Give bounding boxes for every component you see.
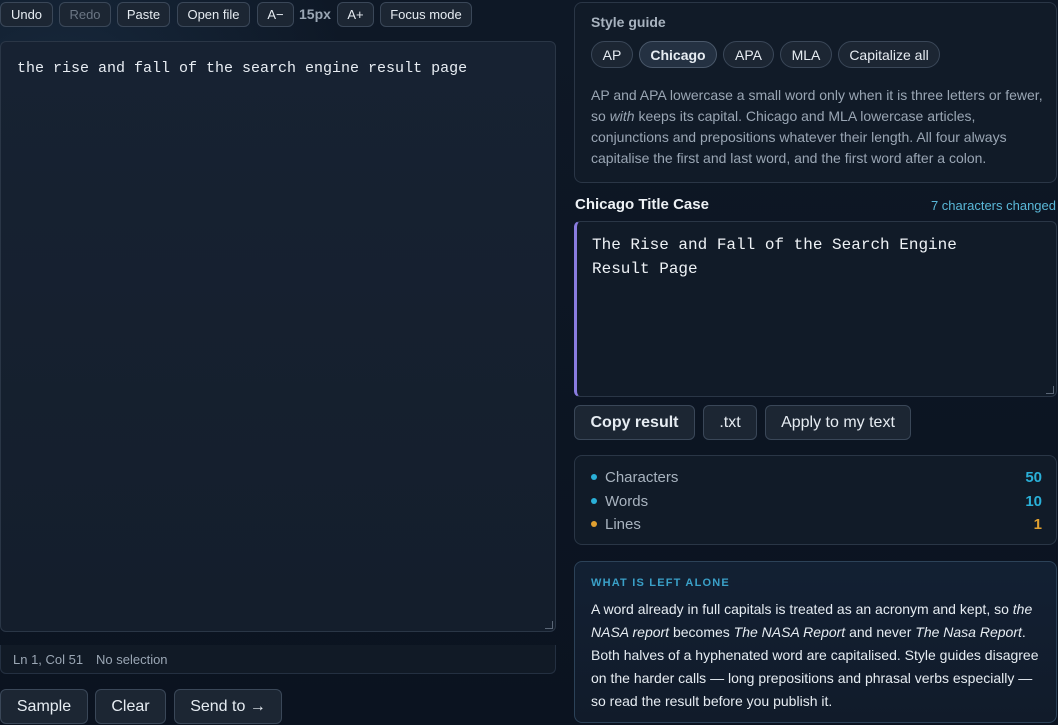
- style-guide-title: Style guide: [591, 14, 666, 30]
- download-txt-button[interactable]: .txt: [703, 405, 757, 440]
- characters-changed: 7 characters changed: [930, 198, 1056, 213]
- stat-label: Words: [605, 493, 649, 510]
- note-heading: WHAT IS LEFT ALONE: [591, 577, 730, 589]
- stat-label: Characters: [605, 469, 679, 486]
- stats-card: Characters 50 Words 10 Lines 1: [574, 455, 1057, 545]
- font-decrease-button[interactable]: A−: [257, 2, 294, 27]
- stat-label: Lines: [605, 516, 641, 533]
- result-resize-handle[interactable]: [1046, 386, 1054, 394]
- font-size-value: 15px: [299, 6, 331, 22]
- result-output[interactable]: The Rise and Fall of the Search Engine R…: [574, 221, 1057, 397]
- stat-value: 10: [1025, 493, 1042, 510]
- resize-handle[interactable]: [545, 621, 553, 629]
- result-title: Chicago Title Case: [575, 196, 709, 213]
- style-guide-description: AP and APA lowercase a small word only w…: [591, 87, 1043, 166]
- style-option-capitalize-all[interactable]: Capitalize all: [838, 41, 940, 68]
- text-editor[interactable]: the rise and fall of the search engine r…: [0, 41, 556, 632]
- copy-result-button[interactable]: Copy result: [574, 405, 695, 440]
- open-file-button[interactable]: Open file: [177, 2, 250, 27]
- stat-dot: [591, 474, 597, 480]
- style-option-apa[interactable]: APA: [723, 41, 774, 68]
- result-text: The Rise and Fall of the Search Engine R…: [592, 236, 957, 278]
- clear-button[interactable]: Clear: [95, 689, 166, 724]
- paste-button[interactable]: Paste: [117, 2, 170, 27]
- redo-button[interactable]: Redo: [59, 2, 111, 27]
- stat-value: 50: [1025, 469, 1042, 486]
- stat-value: 1: [1033, 516, 1042, 533]
- stat-lines: Lines 1: [591, 515, 1042, 535]
- stat-words: Words 10: [591, 492, 1042, 512]
- selection-status: No selection: [96, 652, 168, 667]
- status-bar: Ln 1, Col 51 No selection: [0, 645, 556, 674]
- editor-text[interactable]: the rise and fall of the search engine r…: [17, 57, 539, 81]
- sample-button[interactable]: Sample: [0, 689, 88, 724]
- stat-dot: [591, 521, 597, 527]
- note-body: A word already in full capitals is treat…: [591, 601, 1039, 709]
- focus-mode-button[interactable]: Focus mode: [380, 2, 472, 27]
- undo-button[interactable]: Undo: [0, 2, 53, 27]
- send-to-button[interactable]: Send to →: [174, 689, 282, 724]
- style-option-chicago[interactable]: Chicago: [639, 41, 717, 68]
- style-guide-card: Style guide AP Chicago APA MLA Capitaliz…: [574, 2, 1057, 183]
- font-increase-button[interactable]: A+: [337, 2, 374, 27]
- apply-to-text-button[interactable]: Apply to my text: [765, 405, 911, 440]
- style-option-mla[interactable]: MLA: [780, 41, 832, 68]
- stat-dot: [591, 498, 597, 504]
- style-option-ap[interactable]: AP: [591, 41, 633, 68]
- stat-characters: Characters 50: [591, 468, 1042, 488]
- left-alone-note: WHAT IS LEFT ALONE A word already in ful…: [574, 561, 1057, 723]
- cursor-position: Ln 1, Col 51: [13, 652, 84, 667]
